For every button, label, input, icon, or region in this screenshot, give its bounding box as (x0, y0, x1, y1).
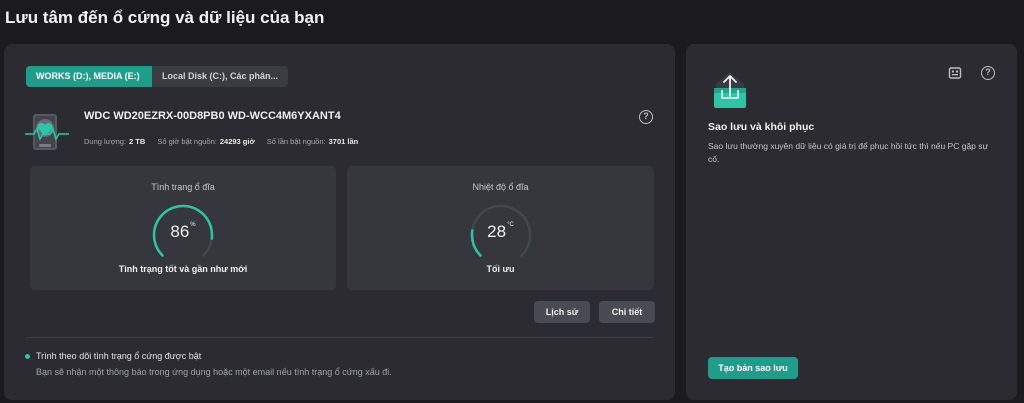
monitoring-title: Trình theo dõi tình trạng ổ cứng được bậ… (36, 351, 202, 361)
tab-local-disk[interactable]: Local Disk (C:), Các phân... (152, 66, 288, 87)
health-status: Tình trạng tốt và gần như mới (118, 264, 248, 274)
page-title: Lưu tâm đến ổ cứng và dữ liệu của bạn (5, 8, 325, 27)
hard-drive-health-icon (25, 114, 69, 150)
disk-health-card: WORKS (D:), MEDIA (E:) Local Disk (C:), … (4, 44, 675, 400)
help-icon[interactable]: ? (639, 110, 653, 124)
capacity-label: Dung lượng: (84, 137, 127, 146)
backup-card: ? Sao lưu và khôi phục Sao lưu thường xu… (686, 44, 1017, 400)
power-hours-info: Số giờ bật nguồn: 24293 giờ (157, 137, 254, 146)
health-title: Tình trạng ổ đĩa (151, 182, 215, 192)
disk-name: WDC WD20EZRX-00D8PB0 WD-WCC4M6YXANT4 (84, 110, 341, 122)
backup-upload-icon (714, 72, 746, 108)
monitoring-description: Bạn sẽ nhận một thông báo trong ứng dụng… (36, 367, 392, 377)
health-unit: % (190, 222, 196, 228)
health-panel: Tình trạng ổ đĩa 86% Tình trạng tốt và g… (30, 166, 336, 290)
capacity-value: 2 TB (129, 137, 146, 146)
backup-help-icon[interactable]: ? (981, 66, 995, 80)
temperature-unit: °C (507, 222, 514, 228)
tab-works-media[interactable]: WORKS (D:), MEDIA (E:) (26, 66, 152, 87)
history-button[interactable]: Lịch sử (534, 301, 590, 323)
temperature-panel: Nhiệt độ ổ đĩa 28°C Tối ưu (347, 166, 654, 290)
power-hours-value: 24293 giờ (219, 137, 255, 146)
health-value: 86% (30, 222, 336, 242)
create-backup-button[interactable]: Tạo bản sao lưu (708, 357, 798, 379)
temperature-title: Nhiệt độ ổ đĩa (472, 182, 529, 192)
disk-meta: Dung lượng: 2 TB Số giờ bật nguồn: 24293 g… (84, 137, 358, 146)
backup-description: Sao lưu thường xuyên dữ liệu có giá trị … (708, 141, 989, 164)
status-dot-icon (25, 354, 30, 359)
temperature-value: 28°C (347, 222, 654, 242)
drive-tabs: WORKS (D:), MEDIA (E:) Local Disk (C:), … (26, 66, 288, 87)
power-count-value: 3701 lần (328, 137, 359, 146)
health-number: 86 (170, 222, 190, 241)
divider (26, 337, 653, 338)
detail-button[interactable]: Chi tiết (599, 301, 655, 323)
backup-title: Sao lưu và khôi phục (708, 121, 815, 133)
temperature-number: 28 (487, 222, 507, 241)
device-icon[interactable] (948, 66, 962, 80)
power-count-info: Số lần bật nguồn: 3701 lần (267, 137, 358, 146)
temperature-status: Tối ưu (486, 264, 515, 274)
capacity-info: Dung lượng: 2 TB (84, 137, 145, 146)
power-count-label: Số lần bật nguồn: (266, 137, 326, 146)
power-hours-label: Số giờ bật nguồn: (157, 137, 217, 146)
